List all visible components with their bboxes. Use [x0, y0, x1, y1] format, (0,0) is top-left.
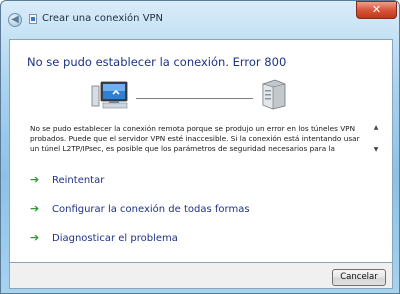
- option-configure-anyway[interactable]: ➔ Configurar la conexión de todas formas: [30, 201, 250, 217]
- wizard-content: No se pudo establecer la conexión. Error…: [9, 39, 393, 263]
- error-message: No se pudo establecer la conexión remota…: [30, 124, 360, 153]
- close-button[interactable]: ✕: [356, 1, 397, 19]
- green-arrow-icon: ➔: [30, 173, 40, 186]
- close-icon: ✕: [371, 3, 382, 16]
- server-icon: [262, 79, 286, 110]
- back-button[interactable]: ◀: [8, 13, 22, 27]
- connection-line: [136, 98, 253, 99]
- option-label: Diagnosticar el problema: [52, 232, 178, 244]
- vpn-wizard-window: ◀ Crear una conexión VPN ✕ No se pudo es…: [0, 0, 400, 294]
- option-retry[interactable]: ➔ Reintentar: [30, 172, 104, 188]
- scroll-up-icon[interactable]: ▲: [372, 124, 380, 132]
- back-arrow-icon: ◀: [11, 14, 19, 25]
- computer-icon: [91, 81, 128, 109]
- green-arrow-icon: ➔: [30, 231, 40, 244]
- message-scrollbar[interactable]: ▲ ▼: [372, 124, 380, 154]
- error-heading: No se pudo establecer la conexión. Error…: [27, 55, 287, 69]
- option-label: Reintentar: [52, 174, 105, 186]
- window-title: Crear una conexión VPN: [42, 13, 164, 24]
- title-bar: ◀ Crear una conexión VPN ✕: [1, 1, 399, 35]
- scroll-down-icon[interactable]: ▼: [372, 146, 380, 154]
- vpn-connection-icon: [29, 14, 37, 24]
- option-diagnose[interactable]: ➔ Diagnosticar el problema: [30, 230, 178, 246]
- option-label: Configurar la conexión de todas formas: [52, 203, 250, 215]
- green-arrow-icon: ➔: [30, 202, 40, 215]
- cancel-button[interactable]: Cancelar: [332, 269, 386, 286]
